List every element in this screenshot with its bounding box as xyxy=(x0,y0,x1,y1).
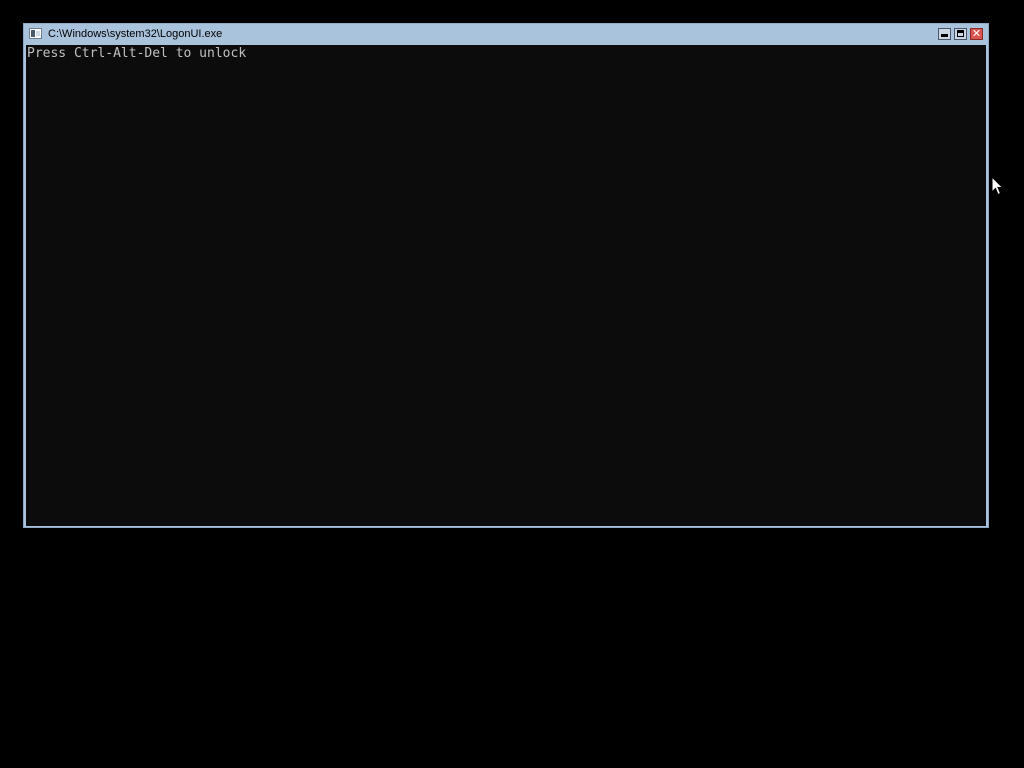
close-button[interactable]: ✕ xyxy=(970,27,983,40)
mouse-pointer-icon xyxy=(991,176,1003,196)
maximize-button[interactable] xyxy=(954,28,967,40)
minimize-button[interactable] xyxy=(938,28,951,40)
maximize-icon xyxy=(957,30,964,37)
console-output[interactable]: Press Ctrl-Alt-Del to unlock xyxy=(26,45,986,526)
window-title: C:\Windows\system32\LogonUI.exe xyxy=(48,28,223,40)
desktop: C:\Windows\system32\LogonUI.exe ✕ Press … xyxy=(0,0,1024,768)
console-window[interactable]: C:\Windows\system32\LogonUI.exe ✕ Press … xyxy=(23,23,989,528)
title-bar[interactable]: C:\Windows\system32\LogonUI.exe ✕ xyxy=(24,24,988,45)
close-icon: ✕ xyxy=(971,27,982,40)
minimize-icon xyxy=(941,34,948,37)
console-app-icon[interactable] xyxy=(29,28,42,39)
console-line: Press Ctrl-Alt-Del to unlock xyxy=(27,46,247,61)
